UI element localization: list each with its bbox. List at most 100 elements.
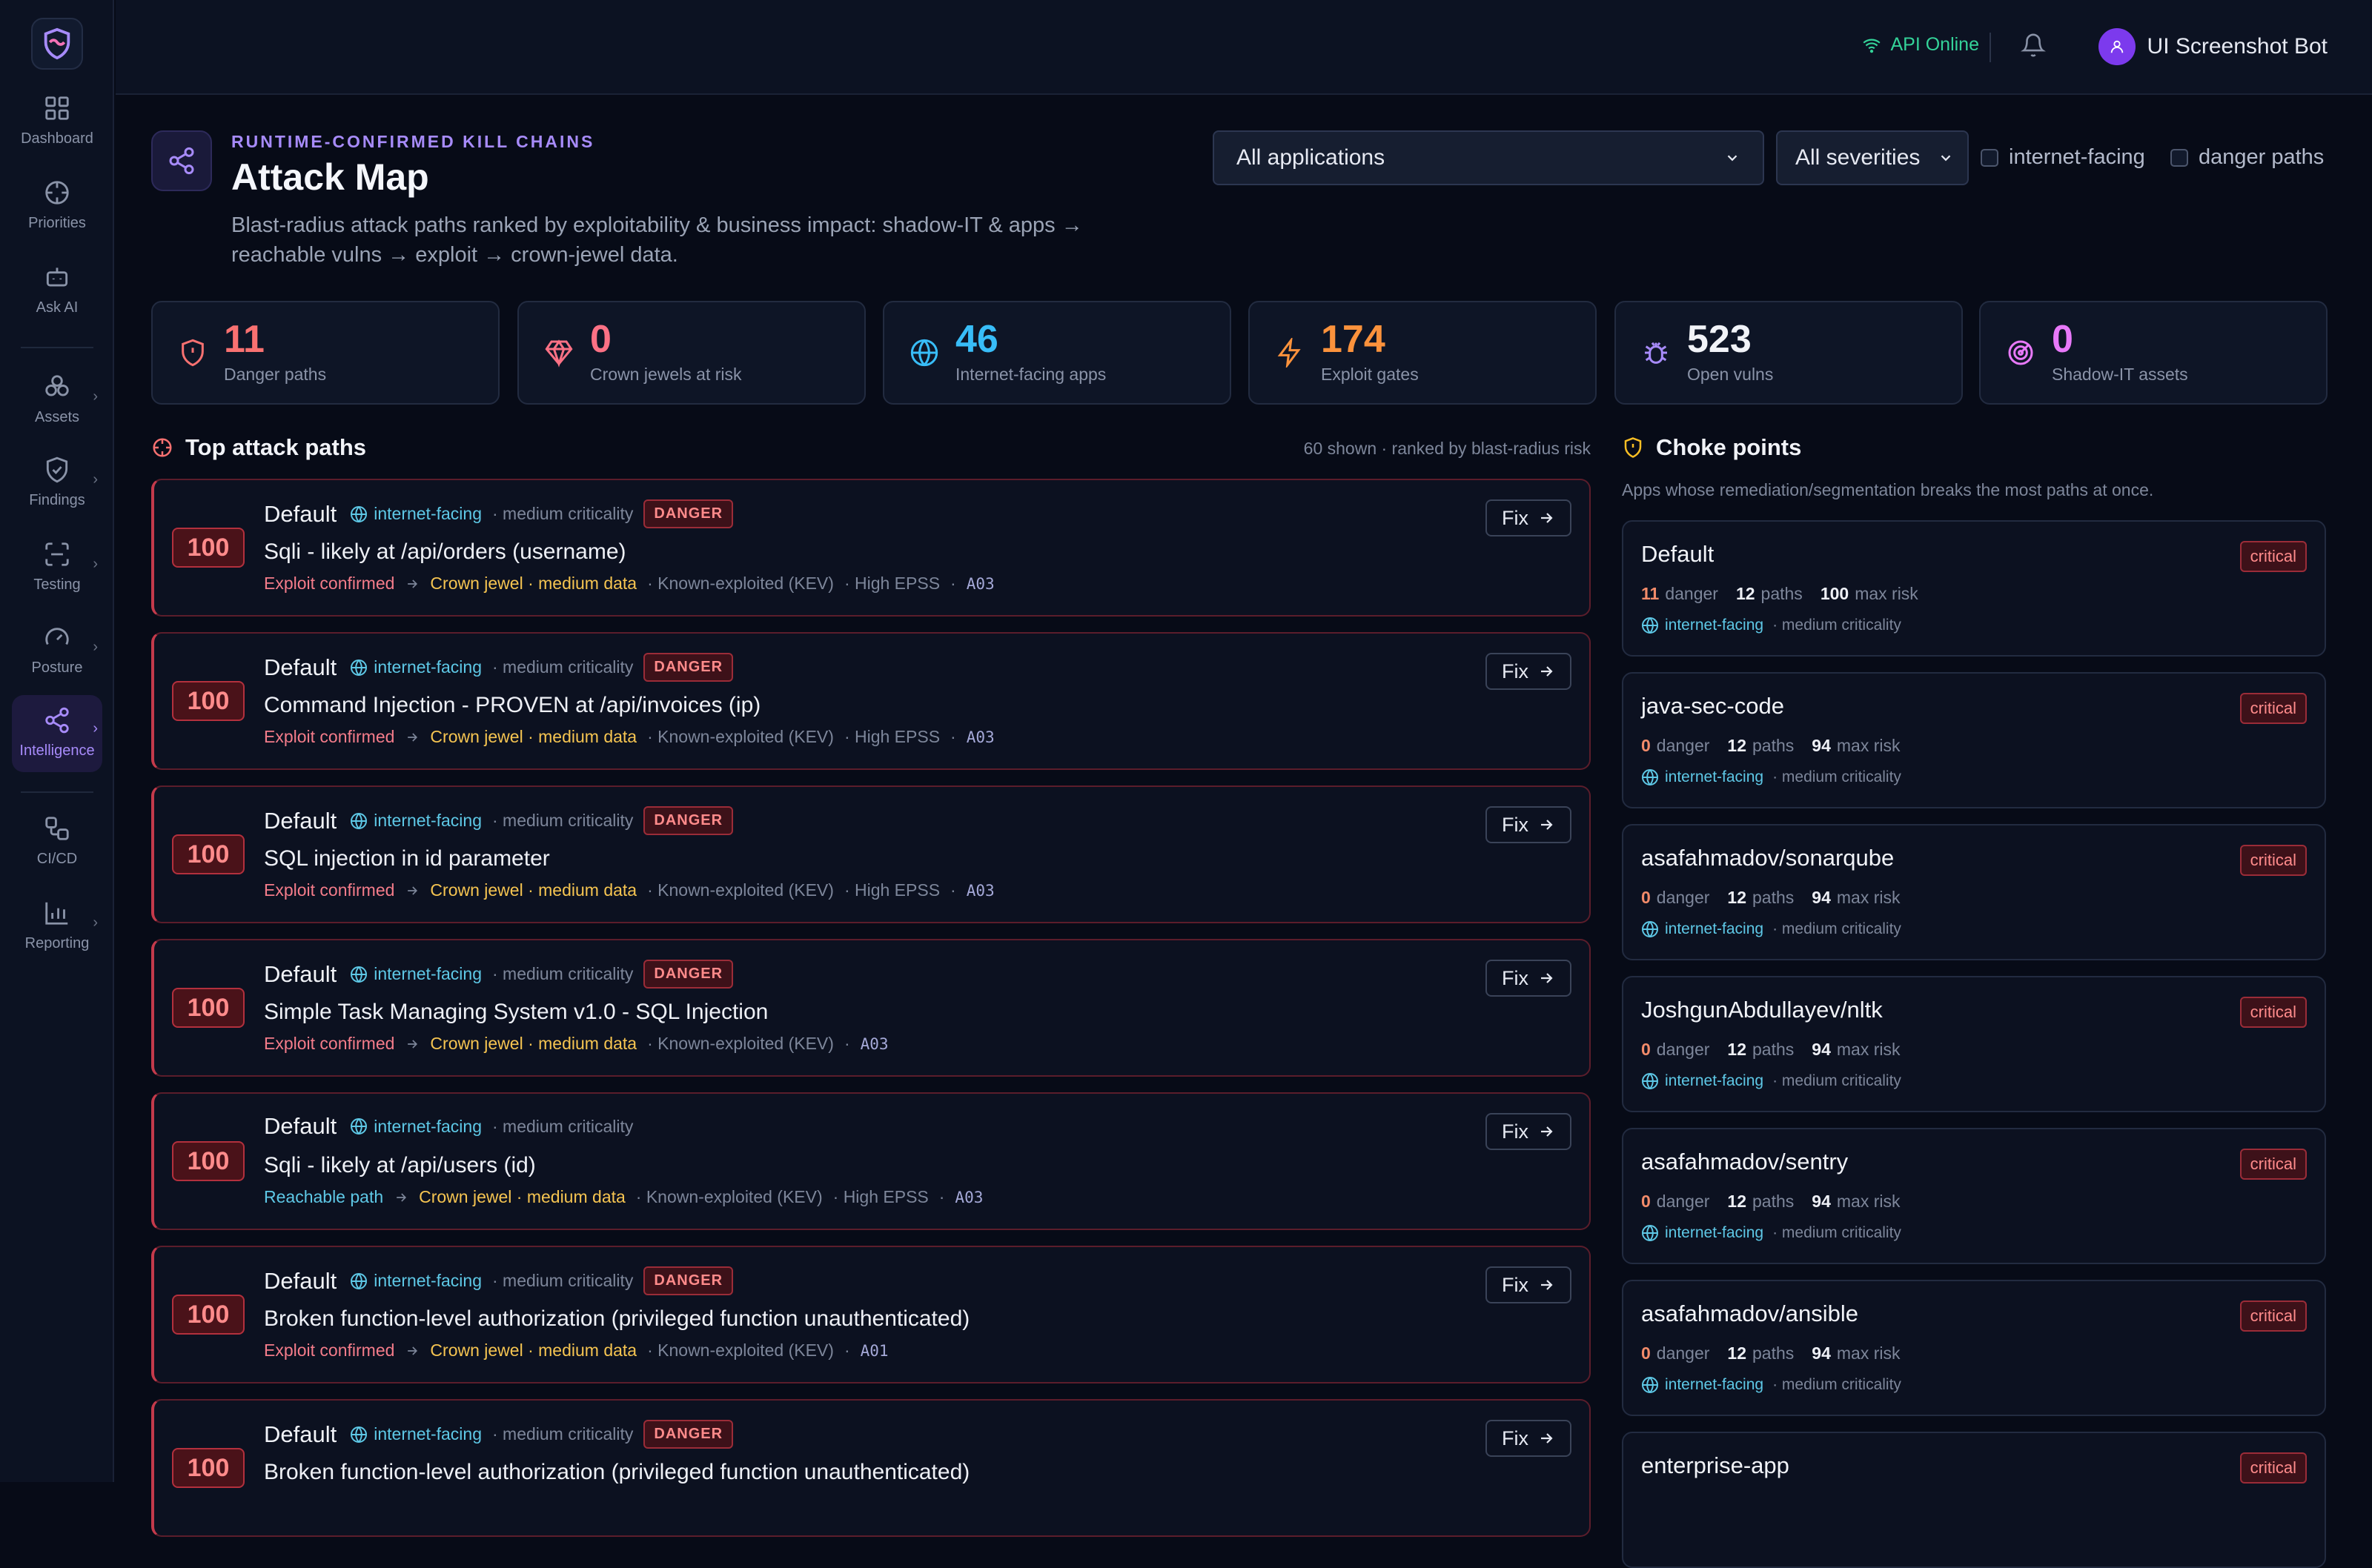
- danger-count: 0 danger: [1641, 1343, 1709, 1363]
- internet-facing-tag: internet-facing: [1641, 1376, 1763, 1394]
- sidebar-item-label: Dashboard: [21, 130, 93, 147]
- radar-icon: [2008, 340, 2033, 365]
- paths-value: 12: [1727, 1040, 1747, 1059]
- sidebar-item-reporting[interactable]: Reporting ›: [12, 897, 102, 959]
- app-name: JoshgunAbdullayev/nltk: [1641, 997, 1883, 1023]
- checkbox-box[interactable]: [1981, 148, 1998, 167]
- fix-button[interactable]: Fix: [1485, 653, 1571, 690]
- avatar: [2098, 28, 2136, 65]
- choke-point-card[interactable]: asafahmadov/sentry critical 0 danger 12 paths…: [1622, 1128, 2326, 1264]
- choke-point-card[interactable]: Default critical 11 danger 12 paths 100 max ris…: [1622, 520, 2326, 657]
- criticality-label: · medium criticality: [491, 811, 634, 830]
- kev-label: · Known-exploited (KEV): [647, 1034, 834, 1053]
- path-meta: Default internet-facing · medium criticali…: [264, 1113, 633, 1140]
- choke-point-card[interactable]: asafahmadov/ansible critical 0 danger 12 path…: [1622, 1280, 2326, 1416]
- danger-value: 0: [1641, 888, 1651, 907]
- criticality-label: · medium criticality: [1772, 1072, 1901, 1089]
- kev-label: · Known-exploited (KEV): [647, 574, 834, 593]
- fix-button[interactable]: Fix: [1485, 960, 1571, 997]
- globe-icon: [351, 1272, 368, 1289]
- user-menu[interactable]: UI Screenshot Bot: [2098, 28, 2328, 65]
- kev-label: · Known-exploited (KEV): [647, 880, 834, 900]
- chevron-right-icon: ›: [93, 720, 98, 737]
- application-select-value: All applications: [1236, 145, 1385, 170]
- checkbox-box[interactable]: [2170, 148, 2188, 167]
- attack-path-card[interactable]: 100 Default internet-facing · medium critic…: [151, 632, 1591, 770]
- chevron-right-icon: ›: [93, 471, 98, 488]
- internet-facing-label: internet-facing: [374, 964, 482, 983]
- choke-point-card[interactable]: asafahmadov/sonarqube critical 0 danger 12 pa…: [1622, 824, 2326, 960]
- app-name: Default: [264, 960, 337, 987]
- paths-value: 12: [1727, 736, 1747, 755]
- fix-button[interactable]: Fix: [1485, 499, 1571, 536]
- severity-badge: critical: [2239, 1452, 2307, 1484]
- choke-point-card[interactable]: java-sec-code critical 0 danger 12 paths 94 max…: [1622, 672, 2326, 808]
- evidence-label: Reachable path: [264, 1187, 384, 1206]
- danger-label: danger: [1656, 736, 1710, 755]
- internet-facing-label: internet-facing: [374, 1424, 482, 1444]
- criticality-label: · medium criticality: [1772, 768, 1901, 785]
- attack-path-card[interactable]: 100 Default internet-facing · medium critic…: [151, 1092, 1591, 1230]
- fix-button[interactable]: Fix: [1485, 1266, 1571, 1303]
- finding-title: Broken function-level authorization (pri…: [264, 1460, 970, 1484]
- finding-title: Command Injection - PROVEN at /api/invoi…: [264, 693, 761, 717]
- sidebar-item-testing[interactable]: Testing ›: [12, 538, 102, 600]
- danger-paths-checkbox[interactable]: danger paths: [2170, 145, 2324, 170]
- sidebar-item-assets[interactable]: Assets ›: [12, 371, 102, 433]
- shield-alert-icon: [182, 339, 204, 367]
- fix-button-label: Fix: [1502, 1120, 1528, 1143]
- sidebar-item-dashboard[interactable]: Dashboard: [12, 92, 102, 154]
- path-chain: Exploit confirmed Crown jewel · medium da…: [264, 1341, 889, 1361]
- danger-badge: DANGER: [643, 960, 734, 989]
- attack-path-card[interactable]: 100 Default internet-facing · medium critic…: [151, 1399, 1591, 1537]
- choke-points-heading: Choke points: [1622, 434, 1801, 461]
- app-name: Default: [264, 1267, 337, 1294]
- user-icon: [2110, 40, 2123, 53]
- severity-select[interactable]: All severities: [1776, 130, 1969, 185]
- danger-count: 0 danger: [1641, 1192, 1709, 1212]
- bell-icon[interactable]: [2021, 33, 2046, 58]
- internet-facing-tag: internet-facing: [1641, 617, 1763, 634]
- fix-button[interactable]: Fix: [1485, 1113, 1571, 1150]
- criticality-label: · medium criticality: [1772, 1224, 1901, 1241]
- attack-path-card[interactable]: 100 Default internet-facing · medium critic…: [151, 939, 1591, 1077]
- dot-separator: ·: [950, 574, 956, 593]
- danger-badge: DANGER: [643, 1420, 734, 1449]
- sidebar-item-findings[interactable]: Findings ›: [12, 454, 102, 516]
- attack-path-card[interactable]: 100 Default internet-facing · medium critic…: [151, 1246, 1591, 1383]
- app-logo[interactable]: [31, 18, 83, 70]
- paths-count: 12 paths: [1727, 1040, 1794, 1060]
- sidebar-item-posture[interactable]: Posture ›: [12, 621, 102, 683]
- internet-facing-checkbox[interactable]: internet-facing: [1981, 145, 2145, 170]
- attack-path-card[interactable]: 100 Default internet-facing · medium critic…: [151, 479, 1591, 617]
- sidebar-item-intelligence[interactable]: Intelligence ›: [12, 695, 102, 772]
- attack-paths-heading: Top attack paths: [151, 434, 366, 461]
- zap-icon: [1277, 338, 1301, 368]
- danger-value: 11: [1641, 584, 1660, 603]
- path-chain: Exploit confirmed Crown jewel · medium da…: [264, 1034, 889, 1054]
- application-select[interactable]: All applications: [1213, 130, 1764, 185]
- choke-point-card[interactable]: JoshgunAbdullayev/nltk critical 0 danger 12 p…: [1622, 976, 2326, 1112]
- arrow-right-icon: [1541, 513, 1553, 523]
- path-chain: Exploit confirmed Crown jewel · medium da…: [264, 574, 995, 594]
- fix-button[interactable]: Fix: [1485, 1420, 1571, 1457]
- app-name: Default: [264, 1421, 337, 1447]
- grid-icon: [41, 92, 73, 124]
- internet-facing-tag: internet-facing: [350, 657, 482, 677]
- sidebar-item-priorities[interactable]: Priorities: [12, 176, 102, 239]
- owasp-tag: A03: [860, 1034, 889, 1053]
- globe-icon: [1642, 1377, 1658, 1393]
- dot-separator: ·: [950, 880, 956, 900]
- page-eyebrow: RUNTIME-CONFIRMED KILL CHAINS: [231, 132, 595, 151]
- attack-path-card[interactable]: 100 Default internet-facing · medium critic…: [151, 785, 1591, 923]
- section-title: Top attack paths: [185, 434, 367, 460]
- fix-button[interactable]: Fix: [1485, 806, 1571, 843]
- severity-badge: critical: [2239, 845, 2307, 876]
- chevron-right-icon: ›: [93, 556, 98, 572]
- sidebar-item-ask-ai[interactable]: Ask AI: [12, 261, 102, 323]
- choke-point-card[interactable]: enterprise-app critical: [1622, 1432, 2326, 1568]
- stat-label: Crown jewels at risk: [590, 365, 742, 384]
- globe-icon: [351, 812, 368, 829]
- paths-value: 12: [1727, 1192, 1747, 1211]
- sidebar-item-cicd[interactable]: CI/CD: [12, 812, 102, 874]
